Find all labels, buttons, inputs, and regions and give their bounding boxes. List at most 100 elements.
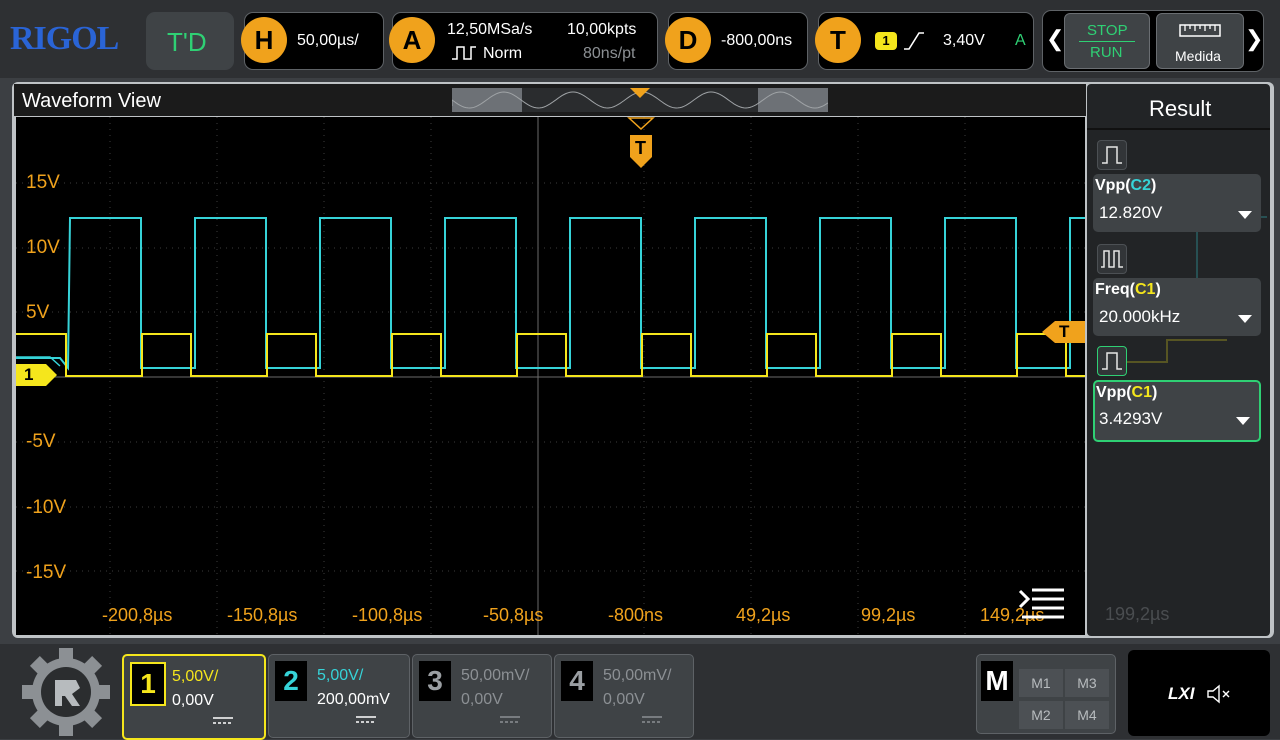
trigger-source-label: 1 <box>882 33 890 48</box>
dc-coupling-icon <box>356 716 376 723</box>
measure-value: 20.000kHz <box>1099 307 1181 326</box>
channel-1-offset: 0,00V <box>172 692 214 709</box>
math-m3-button[interactable]: M3 <box>1065 669 1109 697</box>
ch2-offset-marker[interactable] <box>16 356 62 368</box>
run-label: RUN <box>1090 44 1123 61</box>
acquisition-control[interactable]: A 12,50MSa/s Norm 10,00kpts 80ns/pt <box>389 12 658 70</box>
trigger-level: 3,40V <box>943 32 985 49</box>
d-badge: D <box>665 17 711 63</box>
dc-coupling-icon <box>500 716 520 723</box>
measure-type: Freq <box>1095 281 1130 298</box>
chevron-left-icon[interactable]: ❮ <box>1046 26 1064 52</box>
math-m1-label: M1 <box>1031 675 1051 691</box>
channel-3-number: 3 <box>419 661 451 701</box>
measure-channel: C2 <box>1130 177 1151 194</box>
t-badge-label: T <box>830 24 846 55</box>
x-label: 49,2µs <box>736 605 791 625</box>
measure-channel: C1 <box>1131 384 1152 401</box>
channel-2-scale: 5,00V/ <box>317 667 364 684</box>
measure-item-icon <box>1097 346 1127 376</box>
result-title: Result <box>1149 96 1212 121</box>
dropdown-icon[interactable] <box>1237 210 1253 220</box>
waveform-menu-icon[interactable] <box>1018 587 1066 621</box>
measure-card-vpp-c1[interactable]: Vpp(C1) 3.4293V <box>1093 380 1261 442</box>
ruler-icon <box>1179 24 1221 37</box>
status-box: LXI <box>1128 650 1270 736</box>
delay-control[interactable]: D -800,00ns <box>665 12 808 70</box>
horizontal-control[interactable]: H 50,00µs/ <box>241 12 384 70</box>
d-badge-label: D <box>678 24 698 55</box>
result-panel: Result Vpp(C2) 12.820V Freq(C1) 20.000kH… <box>1087 84 1270 636</box>
measure-channel: C1 <box>1135 281 1156 298</box>
home-gear-icon[interactable] <box>14 648 118 736</box>
channel-4-box[interactable]: 4 50,00mV/ 0,00V <box>554 654 694 738</box>
delay-value: -800,00ns <box>721 32 793 49</box>
acq-mode-icon <box>452 46 476 60</box>
math-m2-button[interactable]: M2 <box>1019 701 1063 729</box>
math-m4-label: M4 <box>1077 707 1097 723</box>
y-label: 15V <box>26 172 60 193</box>
dropdown-icon[interactable] <box>1237 314 1253 324</box>
channel-number-label: 3 <box>427 665 443 696</box>
rigol-logo: RIGOL <box>10 20 140 60</box>
measure-name: Freq(C1) <box>1095 281 1161 298</box>
math-m1-button[interactable]: M1 <box>1019 669 1063 697</box>
timebase-value: 50,00µs/ <box>297 32 359 49</box>
trigger-level-label: T <box>1059 322 1070 341</box>
channel-3-offset: 0,00V <box>461 691 503 708</box>
td-button[interactable]: T'D <box>146 12 234 70</box>
dropdown-icon[interactable] <box>1235 416 1251 426</box>
sample-rate: 12,50MSa/s <box>447 21 533 38</box>
trigger-source-badge: 1 <box>875 32 897 50</box>
h-badge-label: H <box>254 24 274 55</box>
channel-2-offset: 200,00mV <box>317 691 390 708</box>
waveform-plot[interactable]: T 1 T 15V 10V 5V -5V -10V -15V -200,8µs … <box>16 117 1085 635</box>
measure-card-freq-c1[interactable]: Freq(C1) 20.000kHz <box>1093 278 1261 336</box>
run-stop-divider <box>1079 41 1135 42</box>
acq-mode: Norm <box>483 45 523 62</box>
y-label: 10V <box>26 237 60 258</box>
y-label: 5V <box>26 302 50 323</box>
measure-name: Vpp(C2) <box>1095 177 1157 194</box>
math-m2-label: M2 <box>1031 707 1051 723</box>
sound-muted-icon[interactable] <box>1206 684 1232 704</box>
math-label-box: M <box>981 661 1013 701</box>
trigger-position-label: T <box>635 138 646 158</box>
channel-4-number: 4 <box>561 661 593 701</box>
x-label: -100,8µs <box>352 605 423 625</box>
channel-4-scale: 50,00mV/ <box>603 667 672 684</box>
memory-depth: 10,00kpts <box>567 21 637 38</box>
chevron-right-icon[interactable]: ❯ <box>1245 26 1263 52</box>
waveform-canvas <box>16 117 1085 635</box>
memory-overview[interactable] <box>452 88 828 112</box>
t-badge: T <box>815 17 861 63</box>
x-label: -200,8µs <box>102 605 173 625</box>
rising-edge-icon <box>904 32 924 50</box>
x-label: -50,8µs <box>483 605 544 625</box>
measure-value: 12.820V <box>1099 203 1163 222</box>
channel-1-box[interactable]: 1 5,00V/ 0,00V <box>122 654 266 740</box>
measure-label: Medida <box>1175 48 1221 64</box>
math-m3-label: M3 <box>1077 675 1097 691</box>
waveform-title: Waveform View <box>22 90 161 112</box>
ch1-offset-label: 1 <box>24 365 34 384</box>
run-stop-button[interactable]: STOP RUN <box>1064 13 1150 69</box>
math-m4-button[interactable]: M4 <box>1065 701 1109 729</box>
channel-3-box[interactable]: 3 50,00mV/ 0,00V <box>412 654 552 738</box>
trigger-control[interactable]: T 1 3,40V A <box>815 12 1034 70</box>
channel-1-number: 1 <box>130 662 166 706</box>
math-label: M <box>985 665 1009 696</box>
measure-value: 3.4293V <box>1099 409 1163 428</box>
graticule <box>16 117 1085 635</box>
measure-name: Vpp(C1) <box>1096 384 1158 401</box>
channel-2-box[interactable]: 2 5,00V/ 200,00mV <box>268 654 410 738</box>
measure-card-vpp-c2[interactable]: Vpp(C2) 12.820V <box>1093 174 1261 232</box>
a-badge: A <box>389 17 435 63</box>
measure-button[interactable]: Medida <box>1156 13 1244 69</box>
channel-2-number: 2 <box>275 661 307 701</box>
dc-coupling-icon <box>213 717 233 724</box>
x-label: -150,8µs <box>227 605 298 625</box>
channel-4-offset: 0,00V <box>603 691 645 708</box>
a-badge-label: A <box>402 24 422 55</box>
math-panel[interactable]: M M1 M3 M2 M4 <box>976 654 1116 734</box>
